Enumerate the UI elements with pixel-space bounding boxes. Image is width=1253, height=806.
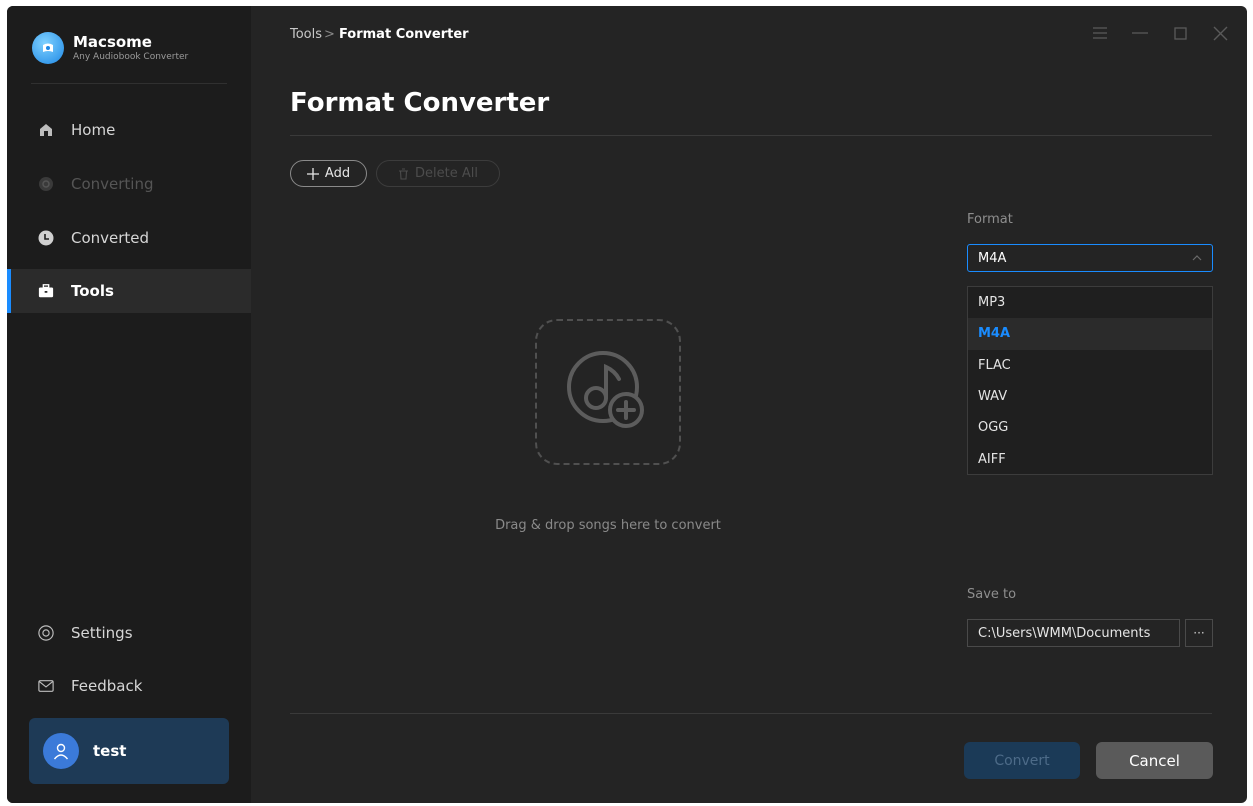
sidebar-item-feedback[interactable]: Feedback xyxy=(7,664,251,708)
plus-icon xyxy=(306,167,319,180)
sidebar-item-label: Feedback xyxy=(71,677,143,695)
trash-icon xyxy=(399,167,409,180)
breadcrumb-parent[interactable]: Tools xyxy=(290,27,322,42)
mail-icon xyxy=(38,678,54,694)
sidebar-item-label: Tools xyxy=(71,282,114,300)
home-icon xyxy=(38,122,54,138)
convert-button[interactable]: Convert xyxy=(964,742,1080,779)
brand-divider xyxy=(31,83,227,84)
format-option-aiff[interactable]: AIFF xyxy=(968,443,1212,474)
clock-icon xyxy=(38,230,54,246)
drop-zone-text: Drag & drop songs here to convert xyxy=(495,518,721,533)
app-name: Macsome xyxy=(73,32,152,51)
music-add-icon xyxy=(567,351,644,428)
bottom-divider xyxy=(290,713,1212,714)
app-logo-icon xyxy=(32,32,64,64)
app-subtitle: Any Audiobook Converter xyxy=(73,51,189,62)
format-option-ogg[interactable]: OGG xyxy=(968,412,1212,443)
user-icon xyxy=(43,733,79,769)
save-path-input[interactable]: C:\Users\WMM\Documents xyxy=(967,619,1180,647)
breadcrumb-separator: > xyxy=(324,27,335,42)
add-button[interactable]: Add xyxy=(290,160,367,187)
sidebar: Macsome Any Audiobook Converter Home Con… xyxy=(7,6,251,803)
converting-icon xyxy=(38,176,54,192)
sidebar-item-converting[interactable]: Converting xyxy=(7,162,251,206)
sidebar-item-label: Converted xyxy=(71,229,150,247)
drop-zone[interactable] xyxy=(535,319,681,465)
app-window: Macsome Any Audiobook Converter Home Con… xyxy=(7,6,1247,803)
sidebar-item-home[interactable]: Home xyxy=(7,108,251,152)
sidebar-item-label: Converting xyxy=(71,175,154,193)
breadcrumb: Tools > Format Converter xyxy=(290,27,469,42)
delete-all-button-label: Delete All xyxy=(415,166,478,181)
page-title: Format Converter xyxy=(290,88,550,118)
minimize-icon[interactable] xyxy=(1131,24,1149,42)
user-name: test xyxy=(93,742,127,760)
chevron-up-icon xyxy=(1192,255,1202,261)
sidebar-item-tools[interactable]: Tools xyxy=(7,269,251,313)
sidebar-item-converted[interactable]: Converted xyxy=(7,216,251,260)
sidebar-item-label: Home xyxy=(71,121,116,139)
format-option-mp3[interactable]: MP3 xyxy=(968,287,1212,318)
format-option-flac[interactable]: FLAC xyxy=(968,350,1212,381)
sidebar-item-settings[interactable]: Settings xyxy=(7,611,251,655)
title-divider xyxy=(290,135,1212,136)
user-card[interactable]: test xyxy=(29,718,229,784)
sidebar-item-label: Settings xyxy=(71,624,133,642)
format-label: Format xyxy=(967,212,1013,227)
browse-button[interactable]: ··· xyxy=(1185,619,1213,647)
format-option-m4a[interactable]: M4A xyxy=(968,318,1212,350)
toolbox-icon xyxy=(38,283,54,299)
brand: Macsome Any Audiobook Converter xyxy=(32,32,188,64)
close-icon[interactable] xyxy=(1211,24,1229,42)
format-select[interactable]: M4A xyxy=(967,244,1213,272)
format-option-wav[interactable]: WAV xyxy=(968,381,1212,412)
add-button-label: Add xyxy=(324,166,351,181)
menu-icon[interactable] xyxy=(1091,24,1109,42)
cancel-button[interactable]: Cancel xyxy=(1096,742,1213,779)
format-dropdown-list: MP3 M4A FLAC WAV OGG AIFF xyxy=(967,286,1213,475)
gear-icon xyxy=(38,625,54,641)
format-selected-value: M4A xyxy=(978,250,1007,266)
maximize-icon[interactable] xyxy=(1171,24,1189,42)
save-to-label: Save to xyxy=(967,587,1017,602)
window-controls xyxy=(1091,24,1229,42)
delete-all-button[interactable]: Delete All xyxy=(376,160,500,187)
breadcrumb-current: Format Converter xyxy=(338,27,469,42)
main-panel: Tools > Format Converter Format Converter … xyxy=(251,6,1247,803)
